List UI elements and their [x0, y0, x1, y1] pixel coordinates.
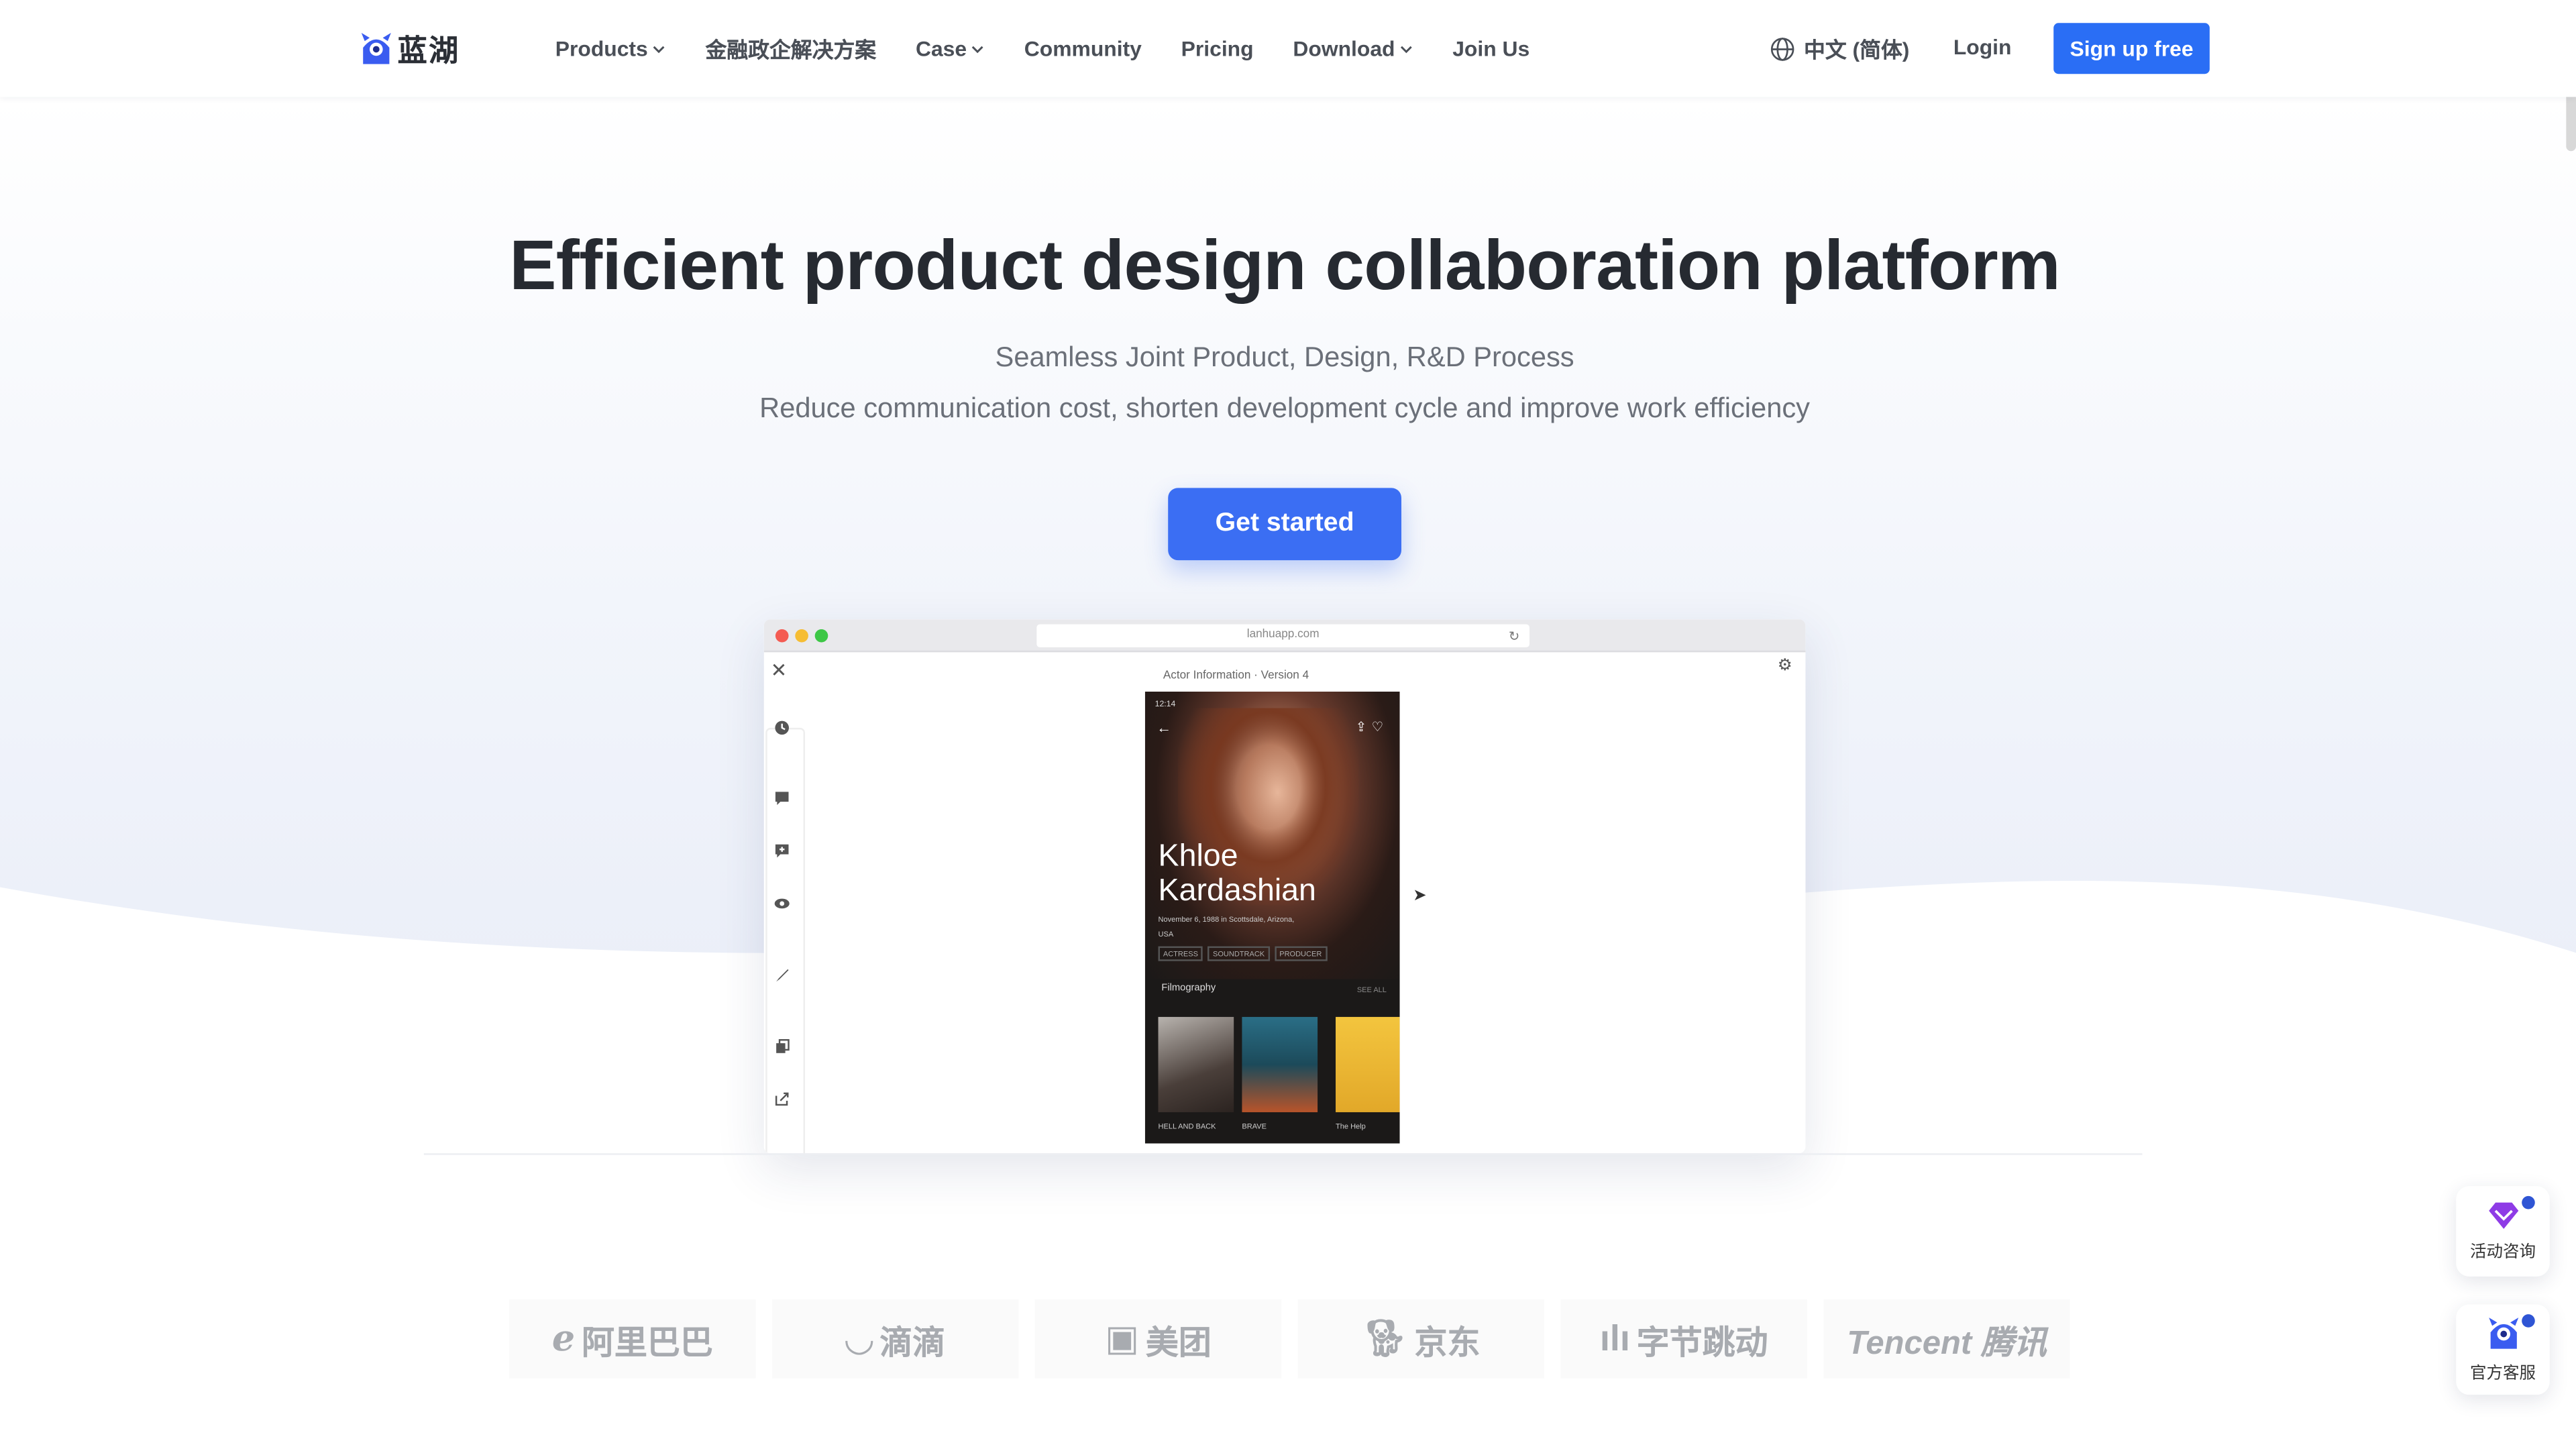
page: 蓝湖 Products 金融政企解决方案 Case Community Pric…: [0, 0, 2576, 1449]
see-all-link: SEE ALL: [1356, 985, 1387, 994]
widget-label: 官方客服: [2470, 1365, 2536, 1384]
brand-bytedance: ılı 字节跳动: [1560, 1299, 1807, 1379]
film-title: BRAVE: [1242, 1122, 1267, 1130]
tag: PRODUCER: [1274, 946, 1327, 961]
copy-icon: [776, 1038, 790, 1053]
signup-button[interactable]: Sign up free: [2053, 23, 2210, 74]
nav-item-join-us[interactable]: Join Us: [1452, 36, 1529, 61]
actor-tags: ACTRESS SOUNDTRACK PRODUCER: [1158, 946, 1327, 961]
nav-label: Community: [1024, 36, 1142, 61]
brand-didi: ◡ 滴滴: [772, 1299, 1019, 1379]
brand-label: 字节跳动: [1636, 1325, 1768, 1361]
brand-label: 阿里巴巴: [581, 1325, 713, 1361]
brush-icon: [776, 969, 789, 982]
poster-the-help: [1336, 1016, 1400, 1112]
status-time: 12:14: [1155, 700, 1176, 710]
brand-meituan: ▣ 美团: [1034, 1299, 1282, 1379]
nav-label: Products: [555, 36, 648, 61]
tag: SOUNDTRACK: [1208, 946, 1270, 961]
brand-jd: 🐕︎ 京东: [1297, 1299, 1545, 1379]
actor-name-last: Kardashian: [1158, 873, 1316, 909]
widget-label: 活动咨询: [2470, 1243, 2536, 1262]
gear-icon: ⚙: [1777, 657, 1792, 676]
mouse-cursor-icon: ➤: [1413, 887, 1427, 906]
chevron-down-icon: [653, 45, 665, 52]
brand-alibaba: ℯ 阿里巴巴: [509, 1299, 756, 1379]
section-divider: [423, 1153, 2143, 1155]
hero-title: Efficient product design collaboration p…: [509, 226, 2060, 306]
film-title: HELL AND BACK: [1158, 1122, 1216, 1130]
brand-label: 滴滴: [879, 1325, 946, 1361]
mascot-icon: [2487, 1318, 2518, 1349]
address-bar: lanhuapp.com ↻: [1036, 624, 1530, 647]
hero-description: Reduce communication cost, shorten devel…: [759, 392, 1811, 424]
brand-logo[interactable]: 蓝湖: [360, 28, 460, 71]
gem-icon: [2487, 1202, 2518, 1229]
main-nav: Products 金融政企解决方案 Case Community Pricing…: [555, 0, 1569, 97]
close-dot-icon: [775, 629, 789, 643]
activity-consult-widget[interactable]: 活动咨询: [2456, 1186, 2550, 1277]
close-icon: ✕: [770, 659, 788, 682]
product-preview-window: lanhuapp.com ↻ ✕ Actor Information · Ver…: [763, 619, 1806, 1154]
customer-service-widget[interactable]: 官方客服: [2456, 1304, 2550, 1395]
nav-label: Case: [915, 36, 967, 61]
hero-subtitle: Seamless Joint Product, Design, R&D Proc…: [995, 341, 1574, 373]
nav-item-download[interactable]: Download: [1293, 36, 1413, 61]
nav-item-pricing[interactable]: Pricing: [1181, 36, 1254, 61]
login-link[interactable]: Login: [1953, 34, 2012, 59]
nav-label: Join Us: [1452, 36, 1530, 61]
nav-item-products[interactable]: Products: [555, 36, 666, 61]
actor-birth-info: November 6, 1988 in Scottsdale, Arizona,…: [1158, 915, 1295, 938]
browser-toolbar: lanhuapp.com ↻: [763, 619, 1806, 653]
film-title: The Help: [1336, 1122, 1366, 1130]
notification-badge: [2522, 1314, 2535, 1328]
didi-icon: ◡: [845, 1318, 873, 1359]
share-icon: [775, 1092, 789, 1106]
mobile-screen-preview: 12:14 ← ⇪♡ Khloe Kardashian November 6, …: [1144, 692, 1400, 1144]
brand-label: 美团: [1145, 1325, 1212, 1361]
maximize-dot-icon: [814, 629, 828, 643]
meituan-icon: ▣: [1105, 1318, 1140, 1359]
actor-name: Khloe Kardashian: [1159, 839, 1316, 908]
nav-label: Download: [1293, 36, 1395, 61]
back-arrow-icon: ←: [1157, 719, 1172, 737]
eye-icon: [774, 898, 790, 909]
notification-badge: [2522, 1195, 2535, 1210]
poster-hell-and-back: [1158, 1016, 1234, 1112]
language-selector[interactable]: 中文 (简体): [1770, 33, 1910, 64]
preview-toolbar: ✕: [764, 652, 807, 1154]
bytedance-icon: ılı: [1599, 1318, 1630, 1359]
brand-label: 京东: [1414, 1325, 1481, 1361]
globe-icon: [1770, 36, 1794, 60]
comment-icon: [775, 792, 789, 806]
brand-name: 蓝湖: [397, 34, 460, 68]
version-label: Actor Information · Version 4: [1163, 670, 1309, 682]
chevron-down-icon: [1401, 45, 1413, 52]
get-started-button[interactable]: Get started: [1168, 488, 1401, 561]
nav-item-community[interactable]: Community: [1024, 36, 1142, 61]
filmography-heading: Filmography: [1161, 983, 1216, 994]
brand-label: Tencent 腾讯: [1847, 1325, 2047, 1361]
poster-brave: [1242, 1016, 1318, 1112]
url-text: lanhuapp.com: [1246, 629, 1320, 641]
share-heart-icons: ⇪♡: [1355, 719, 1389, 735]
add-comment-icon: [775, 844, 789, 858]
alibaba-icon: ℯ: [551, 1318, 576, 1359]
language-label: 中文 (简体): [1803, 38, 1910, 63]
customer-logos: ℯ 阿里巴巴 ◡ 滴滴 ▣ 美团 🐕︎ 京东 ılı 字节跳动 Tencent …: [509, 1298, 2070, 1380]
minimize-dot-icon: [795, 629, 808, 643]
top-navigation: 蓝湖 Products 金融政企解决方案 Case Community Pric…: [0, 0, 2576, 97]
reload-icon: ↻: [1508, 629, 1520, 645]
brand-tencent: Tencent 腾讯: [1823, 1299, 2070, 1379]
nav-item-case[interactable]: Case: [916, 36, 985, 61]
jd-icon: 🐕︎: [1362, 1318, 1408, 1359]
nav-item-finance-solutions[interactable]: 金融政企解决方案: [705, 33, 876, 64]
chevron-down-icon: [972, 45, 984, 52]
nav-label: Pricing: [1181, 36, 1254, 61]
nav-label: 金融政企解决方案: [705, 38, 877, 63]
lanhu-mascot-icon: [361, 32, 391, 64]
actor-name-first: Khloe: [1158, 839, 1238, 874]
history-icon: [775, 720, 790, 735]
tag: ACTRESS: [1158, 946, 1203, 961]
